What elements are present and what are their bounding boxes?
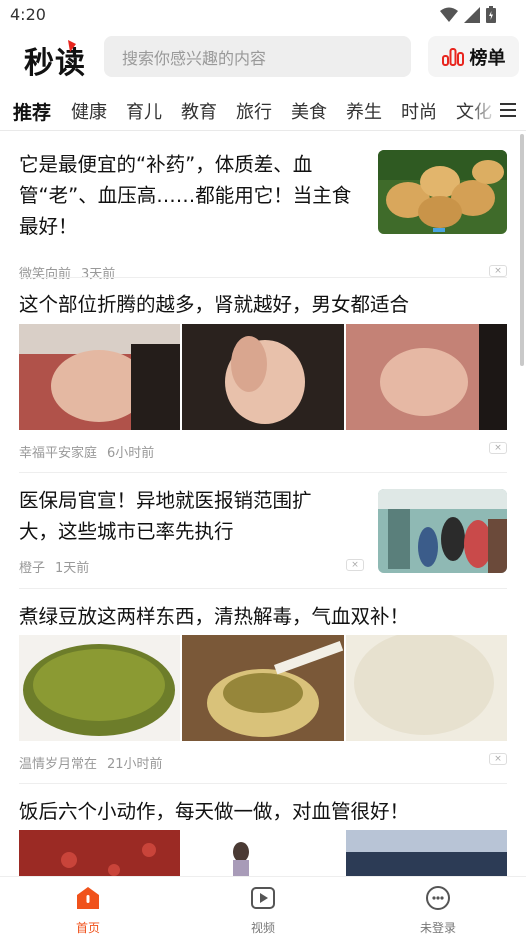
article-divider: [19, 472, 507, 473]
article-meta: 橙子 1天前: [19, 557, 89, 576]
article-card[interactable]: 饭后六个小动作，每天做一做，对血管很好！: [19, 796, 507, 876]
article-image-strip[interactable]: [19, 324, 507, 430]
dismiss-icon[interactable]: ×: [489, 753, 507, 765]
tab-travel[interactable]: 旅行: [236, 98, 272, 124]
rank-button[interactable]: 榜单: [428, 36, 519, 77]
article-meta: 温情岁月常在 21小时前: [19, 753, 163, 772]
dismiss-icon[interactable]: ×: [489, 265, 507, 277]
article-title[interactable]: 饭后六个小动作，每天做一做，对血管很好！: [19, 796, 507, 827]
tab-parenting[interactable]: 育儿: [126, 98, 162, 124]
menu-icon[interactable]: [498, 100, 518, 120]
article-title[interactable]: 煮绿豆放这两样东西，清热解毒，气血双补！: [19, 601, 507, 632]
profile-icon: [426, 886, 450, 910]
article-image-strip[interactable]: [19, 635, 507, 741]
nav-label: 首页: [75, 921, 100, 935]
tab-recommend[interactable]: 推荐: [13, 98, 51, 125]
article-time: 3天前: [81, 267, 116, 282]
status-bar: 4:20: [0, 0, 526, 30]
chart-icon: [441, 47, 464, 66]
tab-fashion[interactable]: 时尚: [401, 98, 437, 124]
article-divider: [19, 277, 507, 278]
article-card[interactable]: 它是最便宜的“补药”，体质差、血管“老”、血压高……都能用它！当主食最好！ 微笑…: [19, 149, 507, 282]
tab-education[interactable]: 教育: [181, 98, 217, 124]
article-meta: 微笑向前 3天前: [19, 263, 115, 282]
article-source: 微笑向前: [19, 267, 72, 282]
tabs-fade: [468, 90, 498, 130]
status-time: 4:20: [10, 5, 46, 24]
article-divider: [19, 783, 507, 784]
article-image-strip[interactable]: [19, 830, 507, 876]
article-time: 1天前: [55, 561, 90, 576]
feed-scrollbar[interactable]: [520, 134, 524, 366]
tab-health[interactable]: 健康: [71, 98, 107, 124]
article-card[interactable]: 医保局官宣！异地就医报销范围扩大，这些城市已率先执行 橙子 1天前 ×: [19, 485, 507, 585]
search-placeholder: 搜索你感兴趣的内容: [122, 48, 267, 68]
potato-thumbnail[interactable]: [378, 150, 507, 234]
dismiss-icon[interactable]: ×: [346, 559, 364, 571]
dismiss-icon[interactable]: ×: [489, 442, 507, 454]
nav-label: 未登录: [419, 921, 456, 935]
app-logo: 秒读: [24, 38, 86, 82]
article-card[interactable]: 煮绿豆放这两样东西，清热解毒，气血双补！ 温情岁月常在 21小时前 ×: [19, 601, 507, 772]
tab-wellness[interactable]: 养生: [346, 98, 382, 124]
rank-label: 榜单: [469, 47, 506, 69]
logo-char-1: 秒: [24, 46, 55, 81]
nav-video[interactable]: 视频: [223, 885, 303, 935]
article-source: 温情岁月常在: [19, 757, 98, 772]
nav-profile[interactable]: 未登录: [398, 885, 478, 935]
signal-icon: [464, 6, 480, 23]
app-header: 秒读 搜索你感兴趣的内容 榜单: [0, 30, 526, 86]
article-title[interactable]: 这个部位折腾的越多，肾就越好，男女都适合: [19, 289, 507, 320]
article-card[interactable]: 这个部位折腾的越多，肾就越好，男女都适合 幸福平安家庭 6小时前 ×: [19, 289, 507, 461]
article-divider: [19, 588, 507, 589]
tab-food[interactable]: 美食: [291, 98, 327, 124]
home-icon: [77, 887, 99, 909]
video-icon: [251, 887, 275, 909]
article-source: 橙子: [19, 561, 46, 576]
article-time: 21小时前: [107, 757, 163, 772]
status-icons: [440, 6, 496, 23]
category-tabs: 推荐 健康 育儿 教育 旅行 美食 养生 时尚 文化: [0, 90, 526, 130]
article-title[interactable]: 它是最便宜的“补药”，体质差、血管“老”、血压高……都能用它！当主食最好！: [19, 149, 359, 242]
article-title[interactable]: 医保局官宣！异地就医报销范围扩大，这些城市已率先执行: [19, 485, 349, 547]
article-time: 6小时前: [107, 446, 155, 461]
article-source: 幸福平安家庭: [19, 446, 98, 461]
article-meta: 幸福平安家庭 6小时前: [19, 442, 154, 461]
wifi-icon: [440, 7, 458, 22]
bottom-nav: 首页 视频 未登录: [0, 876, 526, 935]
hospital-thumbnail[interactable]: [378, 489, 507, 573]
news-feed[interactable]: 它是最便宜的“补药”，体质差、血管“老”、血压高……都能用它！当主食最好！ 微笑…: [0, 131, 526, 876]
logo-accent-icon: [68, 40, 76, 52]
battery-icon: [486, 6, 496, 23]
search-input[interactable]: 搜索你感兴趣的内容: [104, 36, 411, 77]
nav-label: 视频: [250, 921, 275, 935]
nav-home[interactable]: 首页: [48, 885, 128, 935]
